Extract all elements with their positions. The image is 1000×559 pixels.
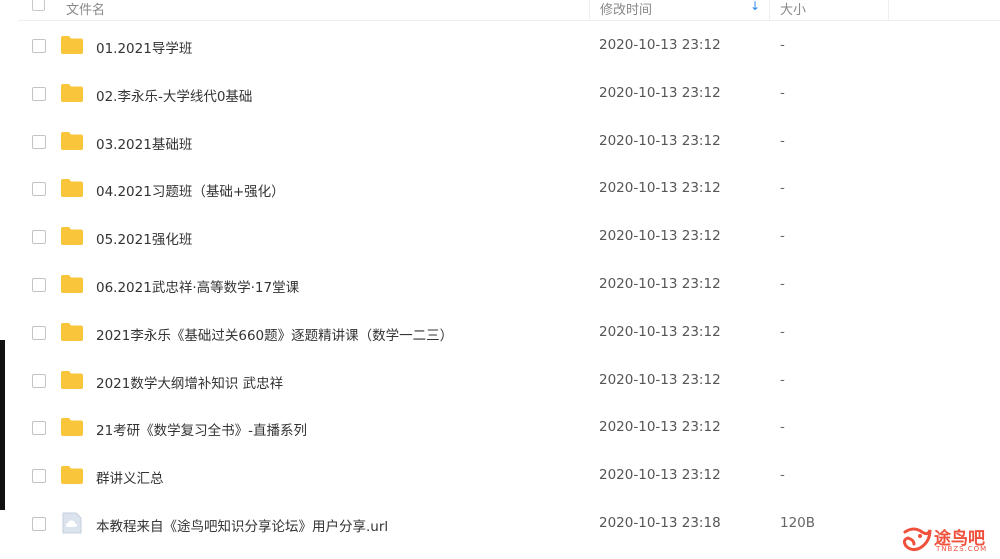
- file-row[interactable]: 21考研《数学复习全书》-直播系列 2020-10-13 23:12 -: [18, 404, 1000, 452]
- row-checkbox[interactable]: [32, 86, 46, 101]
- folder-icon: [60, 178, 84, 198]
- cloud-file-icon: [60, 512, 84, 534]
- file-modified-time: 2020-10-13 23:12: [599, 371, 721, 388]
- column-divider: [888, 0, 889, 20]
- file-row[interactable]: 04.2021习题班（基础+强化） 2020-10-13 23:12 -: [18, 165, 1000, 213]
- column-time-header[interactable]: 修改时间: [600, 0, 652, 18]
- file-size: -: [780, 323, 785, 340]
- file-name[interactable]: 06.2021武忠祥·高等数学·17堂课: [96, 276, 299, 296]
- file-size: -: [780, 276, 785, 292]
- file-name[interactable]: 本教程来自《途鸟吧知识分享论坛》用户分享.url: [96, 515, 388, 535]
- file-modified-time: 2020-10-13 23:12: [599, 467, 721, 484]
- file-modified-time: 2020-10-13 23:12: [599, 276, 721, 292]
- arrow-down-icon[interactable]: ↓: [750, 0, 760, 13]
- column-divider: [589, 0, 590, 20]
- left-edge-bar: [0, 340, 5, 510]
- file-size: -: [780, 419, 785, 436]
- watermark-logo: 途鸟吧 TNBZS.COM: [900, 522, 996, 556]
- file-row[interactable]: 01.2021导学班 2020-10-13 23:12 -: [18, 22, 1000, 70]
- row-checkbox[interactable]: [32, 182, 46, 197]
- column-name-header[interactable]: 文件名: [66, 0, 105, 18]
- file-name[interactable]: 01.2021导学班: [96, 37, 192, 57]
- file-row[interactable]: 2021李永乐《基础过关660题》逐题精讲课（数学一二三） 2020-10-13 …: [18, 309, 1000, 357]
- watermark-subtext: TNBZS.COM: [936, 545, 988, 553]
- file-row[interactable]: 05.2021强化班 2020-10-13 23:12 -: [18, 213, 1000, 261]
- file-row[interactable]: 本教程来自《途鸟吧知识分享论坛》用户分享.url 2020-10-13 23:18…: [18, 500, 1000, 548]
- file-size: 120B: [780, 515, 816, 531]
- folder-icon: [60, 274, 84, 294]
- file-modified-time: 2020-10-13 23:12: [599, 37, 721, 53]
- file-size: -: [780, 84, 785, 101]
- file-name[interactable]: 21考研《数学复习全书》-直播系列: [96, 419, 307, 439]
- file-size: -: [780, 228, 785, 245]
- folder-icon: [60, 35, 84, 55]
- select-all-checkbox[interactable]: [32, 0, 45, 11]
- file-modified-time: 2020-10-13 23:12: [599, 419, 721, 436]
- file-row[interactable]: 02.李永乐-大学线代0基础 2020-10-13 23:12 -: [18, 70, 1000, 118]
- file-row[interactable]: 群讲义汇总 2020-10-13 23:12 -: [18, 452, 1000, 500]
- folder-icon: [60, 322, 84, 342]
- file-name[interactable]: 03.2021基础班: [96, 133, 192, 153]
- file-modified-time: 2020-10-13 23:12: [599, 132, 721, 149]
- folder-icon: [60, 370, 84, 390]
- file-name[interactable]: 2021数学大纲增补知识 武忠祥: [96, 372, 283, 392]
- bird-logo-icon: [902, 527, 932, 552]
- row-checkbox[interactable]: [32, 373, 46, 388]
- file-modified-time: 2020-10-13 23:12: [599, 84, 721, 101]
- file-name[interactable]: 2021李永乐《基础过关660题》逐题精讲课（数学一二三）: [96, 324, 453, 344]
- file-modified-time: 2020-10-13 23:12: [599, 180, 721, 197]
- row-checkbox[interactable]: [32, 325, 46, 340]
- file-size: -: [780, 180, 785, 197]
- row-checkbox[interactable]: [32, 230, 46, 245]
- file-name[interactable]: 02.李永乐-大学线代0基础: [96, 85, 252, 105]
- folder-icon: [60, 226, 84, 246]
- folder-icon: [60, 131, 84, 151]
- file-size: -: [780, 371, 785, 388]
- file-size: -: [780, 467, 785, 484]
- file-size: -: [780, 132, 785, 149]
- folder-icon: [60, 417, 84, 437]
- folder-icon: [60, 83, 84, 103]
- file-modified-time: 2020-10-13 23:12: [599, 323, 721, 340]
- row-checkbox[interactable]: [32, 39, 46, 53]
- column-size-header[interactable]: 大小: [780, 0, 806, 18]
- file-modified-time: 2020-10-13 23:12: [599, 228, 721, 245]
- file-size: -: [780, 37, 785, 53]
- file-list-view: 文件名 修改时间 ↓ 大小 01.2021导学班 2020-10-13 23:12…: [0, 0, 1000, 559]
- file-name[interactable]: 05.2021强化班: [96, 228, 192, 248]
- file-row[interactable]: 03.2021基础班 2020-10-13 23:12 -: [18, 118, 1000, 166]
- file-modified-time: 2020-10-13 23:18: [599, 515, 721, 531]
- row-checkbox[interactable]: [32, 134, 46, 149]
- folder-icon: [60, 465, 84, 485]
- row-checkbox[interactable]: [32, 517, 46, 531]
- file-row[interactable]: 06.2021武忠祥·高等数学·17堂课 2020-10-13 23:12 -: [18, 261, 1000, 309]
- row-checkbox[interactable]: [32, 469, 46, 484]
- row-checkbox[interactable]: [32, 278, 46, 292]
- column-divider: [769, 0, 770, 20]
- file-name[interactable]: 群讲义汇总: [96, 467, 164, 487]
- file-name[interactable]: 04.2021习题班（基础+强化）: [96, 180, 285, 200]
- row-checkbox[interactable]: [32, 421, 46, 436]
- list-header: 文件名 修改时间 ↓ 大小: [18, 0, 1000, 21]
- file-row[interactable]: 2021数学大纲增补知识 武忠祥 2020-10-13 23:12 -: [18, 357, 1000, 405]
